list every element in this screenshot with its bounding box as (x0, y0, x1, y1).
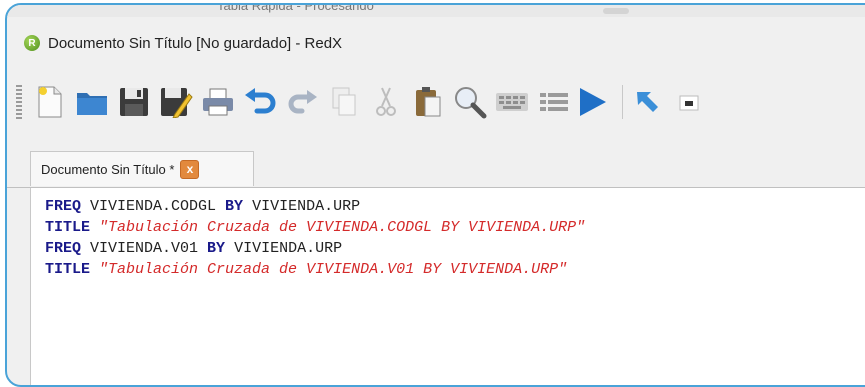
code-string: "Tabulación Cruzada de VIVIENDA.V01 BY V… (99, 261, 568, 278)
cut-button[interactable] (368, 82, 404, 122)
keyboard-button[interactable] (494, 82, 530, 122)
keyboard-icon (496, 93, 528, 111)
copy-icon (332, 87, 356, 116)
code-keyword: FREQ (45, 198, 82, 215)
undo-button[interactable] (242, 82, 278, 122)
open-folder-button[interactable] (74, 82, 110, 122)
code-keyword: FREQ (45, 240, 82, 257)
code-keyword: BY (225, 198, 244, 215)
code-identifier (90, 219, 99, 236)
open-folder-icon (77, 93, 107, 115)
background-window-control (603, 8, 629, 14)
paste-button[interactable] (410, 82, 446, 122)
code-identifier: VIVIENDA.URP (243, 198, 361, 215)
output-window-button[interactable] (671, 82, 707, 122)
cursor-arrow-button[interactable] (629, 82, 665, 122)
code-editor[interactable]: FREQ VIVIENDA.CODGL BY VIVIENDA.URP TITLE… (30, 188, 865, 385)
background-window-strip: Tabla Rápida - Procesando (7, 5, 865, 17)
tab-label: Documento Sin Título * (41, 161, 175, 177)
background-window-title: Tabla Rápida - Procesando (217, 3, 374, 13)
toolbar-separator (622, 85, 623, 119)
save-as-button[interactable] (158, 82, 194, 122)
toolbar-grip[interactable] (16, 85, 22, 119)
code-line[interactable]: TITLE "Tabulación Cruzada de VIVIENDA.V0… (45, 259, 865, 280)
run-button[interactable] (574, 82, 610, 122)
undo-icon (245, 88, 276, 114)
window-title: Documento Sin Título [No guardado] - Red… (48, 34, 343, 52)
code-line[interactable]: TITLE "Tabulación Cruzada de VIVIENDA.CO… (45, 217, 865, 238)
app-window-frame: Tabla Rápida - Procesando R Documento Si… (5, 3, 865, 387)
code-identifier: VIVIENDA.URP (225, 240, 343, 257)
code-keyword: BY (207, 240, 226, 257)
code-line[interactable]: FREQ VIVIENDA.CODGL BY VIVIENDA.URP (45, 196, 865, 217)
run-icon (580, 88, 606, 116)
find-icon (455, 87, 487, 119)
cut-icon (376, 87, 396, 116)
toolbar (7, 71, 865, 133)
code-keyword: TITLE (45, 219, 91, 236)
code-identifier: VIVIENDA.CODGL (81, 198, 226, 215)
title-bar: R Documento Sin Título [No guardado] - R… (7, 25, 865, 61)
print-icon (203, 88, 233, 116)
tab-bar: Documento Sin Título * x (7, 151, 865, 188)
copy-button[interactable] (326, 82, 362, 122)
redo-button[interactable] (284, 82, 320, 122)
code-identifier: VIVIENDA.V01 (81, 240, 208, 257)
list-icon (540, 93, 568, 111)
tab-document[interactable]: Documento Sin Título * x (30, 151, 254, 186)
new-document-icon (38, 86, 62, 118)
save-as-icon (161, 88, 193, 118)
save-button[interactable] (116, 82, 152, 122)
save-icon (120, 88, 148, 116)
code-line[interactable]: FREQ VIVIENDA.V01 BY VIVIENDA.URP (45, 238, 865, 259)
code-keyword: TITLE (45, 261, 91, 278)
find-button[interactable] (452, 82, 488, 122)
code-string: "Tabulación Cruzada de VIVIENDA.CODGL BY… (99, 219, 586, 236)
code-identifier (90, 261, 99, 278)
print-button[interactable] (200, 82, 236, 122)
redx-app-icon: R (24, 35, 40, 51)
cursor-arrow-icon (637, 92, 658, 112)
paste-icon (416, 87, 441, 117)
new-document-button[interactable] (32, 82, 68, 122)
output-window-icon (679, 95, 699, 111)
list-button[interactable] (536, 82, 572, 122)
close-icon[interactable]: x (180, 159, 200, 179)
redo-icon (288, 90, 317, 114)
